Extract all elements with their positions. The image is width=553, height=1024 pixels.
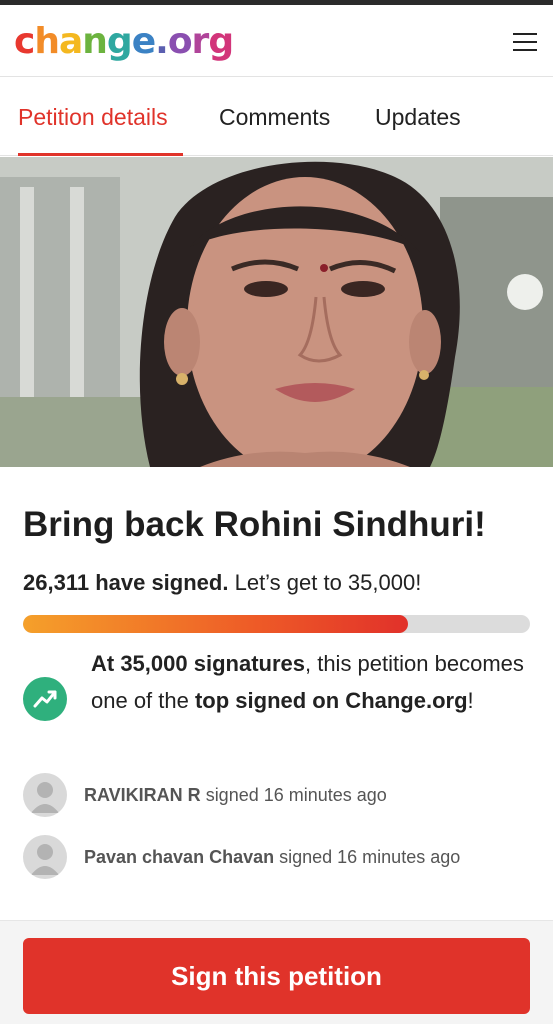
app-header: change.org [0, 5, 553, 77]
logo-letter: . [155, 21, 169, 62]
logo-letter: n [82, 21, 108, 62]
progress-fill [23, 615, 409, 633]
signer-info: RAVIKIRAN R signed 16 minutes ago [84, 785, 387, 806]
goal-text: Let’s get to 35,000! [234, 570, 422, 595]
milestone-top-signed: top signed on Change.org [194, 688, 468, 713]
logo-letter: g [106, 21, 133, 62]
petition-tabs: Petition details Comments Updates [0, 78, 553, 156]
logo-letter: a [58, 21, 83, 62]
petition-title: Bring back Rohini Sindhuri! [23, 505, 486, 544]
recent-signer: Pavan chavan Chavan signed 16 minutes ag… [23, 835, 533, 879]
signer-action: signed 16 minutes ago [205, 785, 387, 805]
active-tab-indicator [18, 153, 183, 156]
tab-petition-details[interactable]: Petition details [18, 104, 168, 131]
trending-up-icon [23, 677, 67, 721]
signature-progress-bar [23, 615, 530, 633]
logo-letter: o [167, 21, 193, 62]
logo-letter: r [191, 21, 210, 62]
signer-info: Pavan chavan Chavan signed 16 minutes ag… [84, 847, 460, 868]
recent-signer: RAVIKIRAN R signed 16 minutes ago [23, 773, 533, 817]
signer-action: signed 16 minutes ago [279, 847, 461, 867]
logo-letter: g [208, 21, 234, 62]
user-avatar-icon [23, 835, 67, 879]
hamburger-menu-icon[interactable] [513, 33, 537, 51]
sign-petition-button[interactable]: Sign this petition [23, 938, 530, 1014]
logo-letter: c [14, 21, 35, 62]
milestone-target: At 35,000 signatures [91, 651, 305, 676]
logo-letter: h [34, 21, 60, 62]
milestone-message: At 35,000 signatures, this petition beco… [91, 645, 531, 719]
tab-updates[interactable]: Updates [375, 104, 461, 131]
milestone-text-end: ! [467, 688, 474, 713]
signed-count-text: 26,311 have signed. [23, 570, 229, 595]
signer-name: Pavan chavan Chavan [84, 847, 275, 867]
user-avatar-icon [23, 773, 67, 817]
tab-comments[interactable]: Comments [219, 104, 330, 131]
petition-hero-image [0, 157, 553, 467]
change-org-logo[interactable]: change.org [14, 21, 234, 62]
signature-count: 26,311 have signed. Let’s get to 35,000! [23, 570, 421, 596]
signer-name: RAVIKIRAN R [84, 785, 201, 805]
logo-letter: e [131, 21, 156, 62]
